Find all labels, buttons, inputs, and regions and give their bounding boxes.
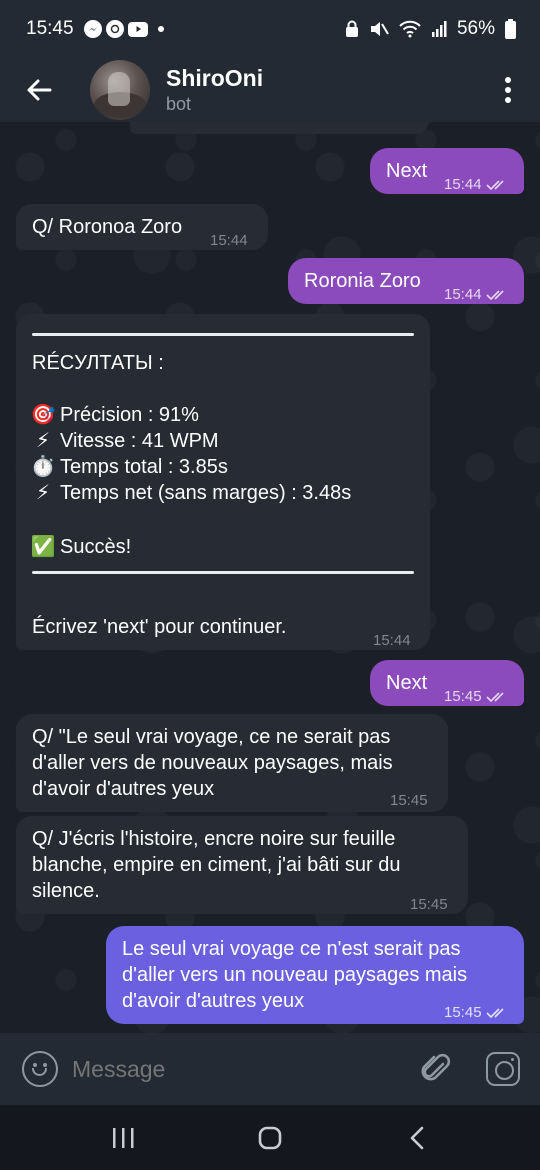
status-time: 15:45 (26, 18, 74, 39)
status-bar: 15:45 56% (0, 0, 540, 58)
message-input[interactable] (72, 1055, 416, 1083)
camera-icon[interactable] (486, 1052, 520, 1086)
recents-icon (113, 1127, 134, 1148)
message-text-line: d'aller vers un nouveau paysages mais (122, 964, 468, 986)
message-incoming[interactable]: Q/ J'écris l'histoire, encre noire sur f… (16, 816, 468, 914)
mute-icon (370, 22, 389, 36)
arrow-left-icon (27, 79, 52, 101)
message-time: 15:45 (444, 1000, 508, 1026)
results-footer: Écrivez 'next' pour continuer. (32, 616, 287, 638)
divider-line (32, 333, 414, 336)
battery-icon (505, 19, 516, 39)
messenger-icon (83, 20, 102, 38)
message-time: 15:44 (444, 282, 508, 308)
result-line: ⚡ Vitesse : 41 WPM (30, 428, 219, 454)
message-time: 15:44 (210, 232, 248, 249)
lock-icon (345, 20, 358, 37)
home-button[interactable] (240, 1113, 300, 1163)
message-time: 15:45 (410, 896, 448, 913)
message-bubble-partial (130, 122, 430, 134)
back-nav-button[interactable] (387, 1113, 447, 1163)
double-check-icon (485, 180, 504, 191)
chat-header: ShiroOni bot (0, 58, 540, 122)
message-text-line: Q/ "Le seul vrai voyage, ce ne serait pa… (32, 726, 391, 748)
battery-text: 56% (456, 18, 495, 39)
message-outgoing[interactable]: Next 15:44 (370, 148, 524, 194)
attach-button[interactable] (416, 1049, 456, 1089)
target-icon: 🎯 (30, 404, 56, 426)
lightning-icon: ⚡ (35, 482, 51, 504)
message-text-line: Q/ J'écris l'histoire, encre noire sur f… (32, 828, 396, 850)
message-outgoing[interactable]: Roronia Zoro 15:44 (288, 258, 524, 304)
recents-button[interactable] (93, 1113, 153, 1163)
double-check-icon (485, 290, 504, 301)
message-text-line: d'aller vers de nouveaux paysages, mais (32, 752, 393, 774)
more-menu-button[interactable] (476, 58, 540, 122)
wifi-icon (399, 20, 421, 38)
message-time: 15:44 (373, 632, 411, 649)
divider-line (32, 571, 414, 574)
avatar[interactable] (90, 60, 150, 120)
message-time: 15:44 (444, 172, 508, 198)
message-outgoing[interactable]: Next 15:45 (370, 660, 524, 706)
message-incoming[interactable]: Q/ Roronoa Zoro 15:44 (16, 204, 268, 250)
more-vertical-icon (505, 77, 511, 103)
message-time: 15:45 (444, 684, 508, 710)
notification-dot-icon (157, 26, 164, 32)
message-time: 15:45 (390, 792, 428, 809)
whatsapp-icon (105, 20, 124, 38)
message-text-line: d'avoir d'autres yeux (122, 990, 305, 1012)
results-heading: RÉCУЛТАТЫ : (32, 352, 164, 374)
chat-subtitle: bot (166, 94, 192, 114)
stopwatch-icon: ⏱️ (30, 456, 56, 478)
lightning-icon: ⚡ (35, 430, 51, 452)
double-check-icon (485, 692, 504, 703)
check-mark-icon: ✅ (30, 536, 56, 558)
emoji-icon[interactable] (22, 1051, 58, 1087)
message-composer (0, 1033, 540, 1105)
youtube-icon (127, 21, 148, 37)
message-text-line: silence. (32, 880, 100, 902)
message-text: Next (386, 160, 428, 182)
result-line: 🎯 Précision : 91% (30, 404, 199, 426)
result-line: ⚡ Temps net (sans marges) : 3.48s (30, 480, 351, 506)
message-text: Roronia Zoro (304, 270, 421, 292)
signal-icon (431, 21, 447, 37)
home-icon (258, 1126, 282, 1149)
message-incoming-results[interactable]: RÉCУЛТАТЫ : 🎯 Précision : 91% ⚡ Vitesse : … (16, 314, 430, 650)
result-line: ⏱️ Temps total : 3.85s (30, 456, 228, 478)
result-success: ✅ Succès! (30, 536, 132, 558)
message-text: Q/ Roronoa Zoro (32, 216, 183, 238)
message-incoming[interactable]: Q/ "Le seul vrai voyage, ce ne serait pa… (16, 714, 448, 812)
double-check-icon (485, 1008, 504, 1019)
message-text-line: blanche, empire en ciment, j'ai bâti sur… (32, 854, 401, 876)
system-nav-bar (0, 1105, 540, 1170)
message-outgoing[interactable]: Le seul vrai voyage ce n'est serait pas … (106, 926, 524, 1024)
chat-title: ShiroOni (166, 65, 264, 91)
message-list[interactable]: Next 15:44 Q/ Roronoa Zoro 15:44 Roronia… (0, 122, 540, 1033)
paperclip-icon (421, 1053, 451, 1081)
message-text-line: Le seul vrai voyage ce n'est serait pas (122, 938, 461, 960)
message-text: Next (386, 672, 428, 694)
chat-title-block[interactable]: ShiroOni bot (166, 64, 263, 116)
chevron-left-icon (410, 1126, 423, 1149)
back-button[interactable] (0, 58, 78, 122)
message-text-line: d'avoir d'autres yeux (32, 778, 215, 800)
